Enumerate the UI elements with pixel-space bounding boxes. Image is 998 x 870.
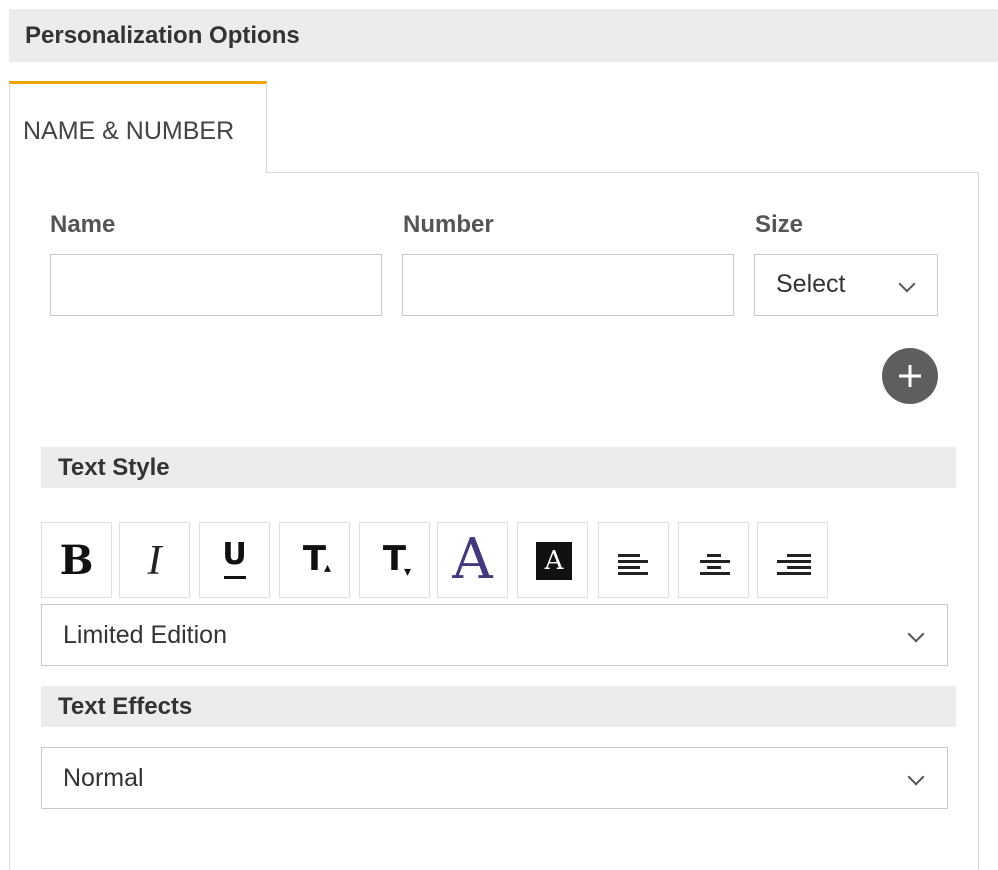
superscript-icon: T (302, 539, 327, 579)
align-center-icon (698, 554, 732, 575)
background-color-button[interactable]: A (517, 522, 588, 598)
italic-button[interactable]: I (119, 522, 190, 598)
underline-bar (224, 576, 246, 579)
subscript-icon: T (382, 539, 407, 579)
align-right-icon (777, 554, 811, 575)
text-effects-select[interactable]: Normal (41, 747, 948, 809)
name-label: Name (50, 211, 116, 238)
bold-icon: B (59, 537, 94, 584)
underline-icon: U (222, 537, 247, 572)
font-select[interactable]: Limited Edition (41, 604, 948, 666)
tab-name-number[interactable]: NAME & NUMBER (9, 81, 267, 173)
chevron-down-icon (907, 625, 925, 643)
page-title: Personalization Options (25, 22, 300, 49)
bold-button[interactable]: B (41, 522, 112, 598)
chevron-down-icon (898, 275, 916, 293)
italic-icon: I (147, 538, 162, 584)
header-bar: Personalization Options (9, 9, 998, 62)
underline-button[interactable]: U (199, 522, 270, 598)
size-select-value: Select (776, 270, 846, 298)
align-left-icon (618, 554, 652, 575)
text-style-title: Text Style (58, 454, 170, 481)
align-right-button[interactable] (757, 522, 828, 598)
align-left-button[interactable] (598, 522, 669, 598)
number-input[interactable] (402, 254, 734, 316)
subscript-arrow-icon: ▾ (404, 563, 412, 579)
align-center-button[interactable] (678, 522, 749, 598)
background-color-icon: A (536, 542, 572, 580)
superscript-arrow-icon: ▴ (324, 559, 332, 575)
size-label: Size (755, 211, 804, 238)
font-color-icon: A (452, 527, 493, 592)
subscript-button[interactable]: T ▾ (359, 522, 430, 598)
text-effects-title: Text Effects (58, 693, 193, 720)
tab-label: NAME & NUMBER (23, 117, 235, 145)
text-effects-header: Text Effects (41, 686, 956, 727)
add-row-button[interactable] (882, 348, 938, 404)
size-select[interactable]: Select (754, 254, 938, 316)
font-color-button[interactable]: A (437, 522, 508, 598)
font-select-value: Limited Edition (63, 621, 227, 649)
superscript-button[interactable]: T ▴ (279, 522, 350, 598)
text-effects-select-value: Normal (63, 764, 144, 792)
name-input[interactable] (50, 254, 382, 316)
chevron-down-icon (907, 768, 925, 786)
text-style-header: Text Style (41, 447, 956, 488)
number-label: Number (403, 211, 494, 238)
